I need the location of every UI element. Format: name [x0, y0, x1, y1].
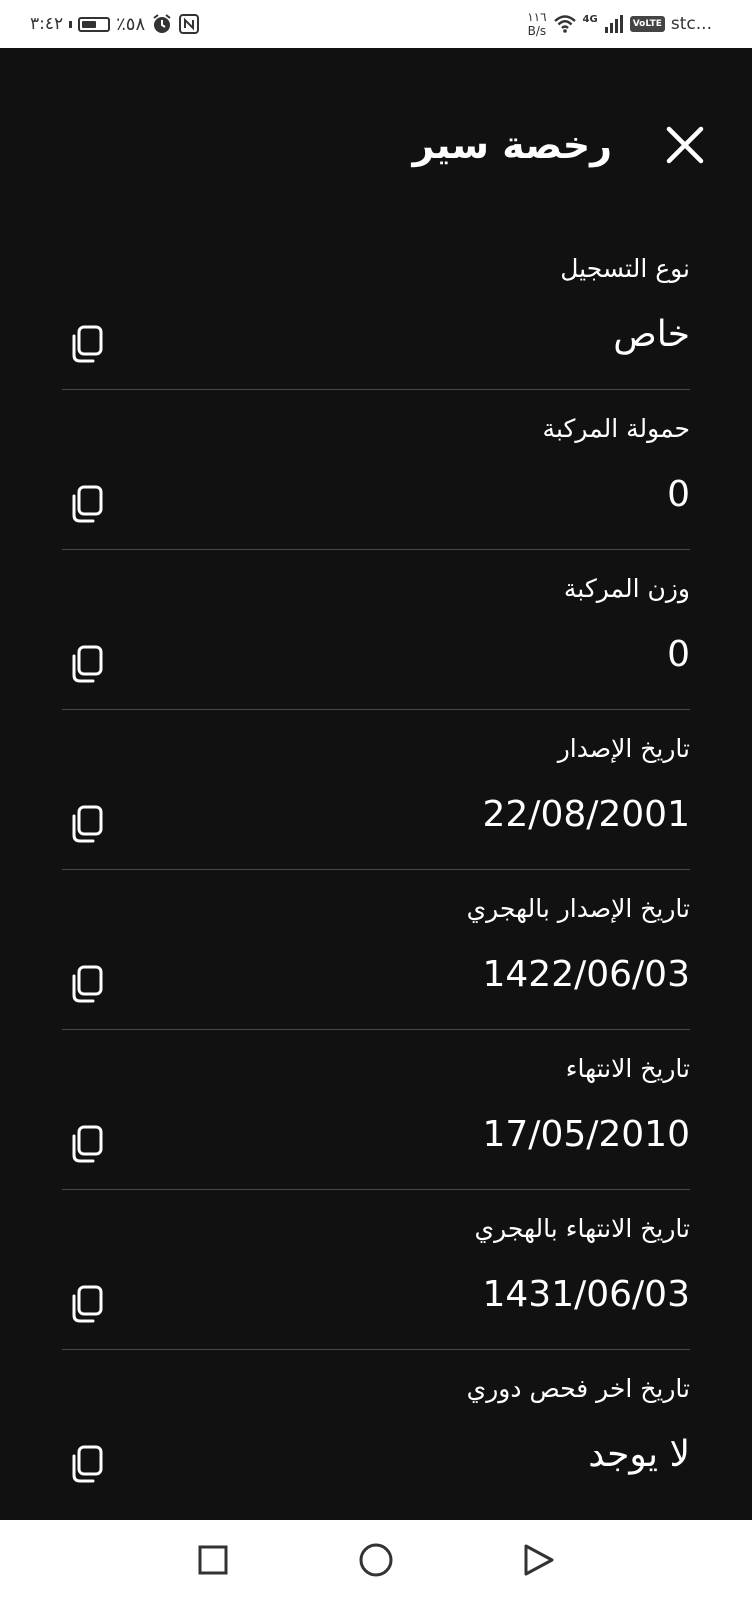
carrier-name: stc... — [670, 14, 712, 34]
network-type: 4G — [582, 13, 598, 25]
status-bar-right: ١١٦ B/s 4G VoLTE stc... — [527, 0, 712, 48]
field-row: تاريخ الانتهاء بالهجري 1431/06/03 — [62, 1190, 690, 1350]
signal-icon — [604, 14, 624, 34]
field-row: تاريخ اخر فحص دوري لا يوجد — [62, 1350, 690, 1510]
field-label: تاريخ اخر فحص دوري — [466, 1374, 690, 1403]
field-label: تاريخ الانتهاء بالهجري — [474, 1214, 690, 1243]
copy-icon — [72, 965, 103, 1003]
recents-button[interactable] — [193, 1540, 233, 1580]
status-bar-left: ٣:٤٢ ٪٥٨ — [30, 0, 200, 48]
field-value: 17/05/2010 — [482, 1114, 691, 1155]
field-value: 0 — [667, 634, 690, 675]
square-icon — [198, 1545, 228, 1575]
field-row: نوع التسجيل خاص — [62, 230, 690, 390]
field-row: حمولة المركبة 0 — [62, 390, 690, 550]
header: رخصة سير — [0, 110, 752, 180]
license-fields-list: نوع التسجيل خاص حمولة المركبة 0 وزن المركبة 0… — [62, 230, 690, 1510]
volte-badge: VoLTE — [629, 16, 665, 32]
field-label: نوع التسجيل — [560, 254, 690, 283]
status-time: ٣:٤٢ — [30, 14, 64, 34]
field-row: تاريخ الإصدار بالهجري 1422/06/03 — [62, 870, 690, 1030]
field-value: خاص — [613, 314, 690, 355]
copy-icon — [72, 645, 103, 683]
field-label: تاريخ الانتهاء — [565, 1054, 690, 1083]
field-value: 0 — [667, 474, 690, 515]
copy-button[interactable] — [68, 324, 104, 364]
network-speed: ١١٦ B/s — [527, 10, 546, 38]
back-button[interactable] — [518, 1540, 558, 1580]
field-value: لا يوجد — [588, 1434, 690, 1475]
copy-icon — [72, 1445, 103, 1483]
copy-icon — [72, 485, 103, 523]
field-label: وزن المركبة — [563, 574, 690, 603]
copy-icon — [72, 325, 103, 363]
battery-fill — [82, 20, 97, 28]
network-speed-value: ١١٦ — [527, 10, 547, 24]
copy-button[interactable] — [68, 804, 104, 844]
home-button[interactable] — [356, 1540, 396, 1580]
network-speed-unit: B/s — [527, 24, 547, 38]
field-row: وزن المركبة 0 — [62, 550, 690, 710]
field-value: 1431/06/03 — [482, 1274, 691, 1315]
field-label: حمولة المركبة — [542, 414, 690, 443]
field-value: 22/08/2001 — [482, 794, 691, 835]
field-row: تاريخ الإصدار 22/08/2001 — [62, 710, 690, 870]
copy-button[interactable] — [68, 964, 104, 1004]
copy-button[interactable] — [68, 484, 104, 524]
alarm-icon — [151, 13, 173, 35]
copy-button[interactable] — [68, 644, 104, 684]
page-title: رخصة سير — [412, 123, 613, 167]
circle-icon — [359, 1543, 393, 1577]
field-label: تاريخ الإصدار بالهجري — [466, 894, 690, 923]
copy-button[interactable] — [68, 1124, 104, 1164]
battery-icon — [78, 16, 111, 32]
battery-nub — [69, 20, 73, 28]
battery-percent: ٪٥٨ — [116, 13, 146, 35]
navigation-bar — [0, 1520, 752, 1600]
close-button[interactable] — [662, 122, 708, 168]
copy-icon — [72, 1285, 103, 1323]
status-bar: ٣:٤٢ ٪٥٨ ١١٦ B/s 4G VoLTE stc... — [0, 0, 752, 48]
close-icon — [666, 126, 704, 164]
field-label: تاريخ الإصدار — [557, 734, 690, 763]
copy-icon — [72, 805, 103, 843]
nfc-icon — [179, 14, 200, 34]
copy-button[interactable] — [68, 1284, 104, 1324]
triangle-back-icon — [524, 1544, 554, 1576]
wifi-icon — [553, 14, 577, 34]
copy-button[interactable] — [68, 1444, 104, 1484]
copy-icon — [72, 1125, 103, 1163]
field-row: تاريخ الانتهاء 17/05/2010 — [62, 1030, 690, 1190]
field-value: 1422/06/03 — [482, 954, 691, 995]
